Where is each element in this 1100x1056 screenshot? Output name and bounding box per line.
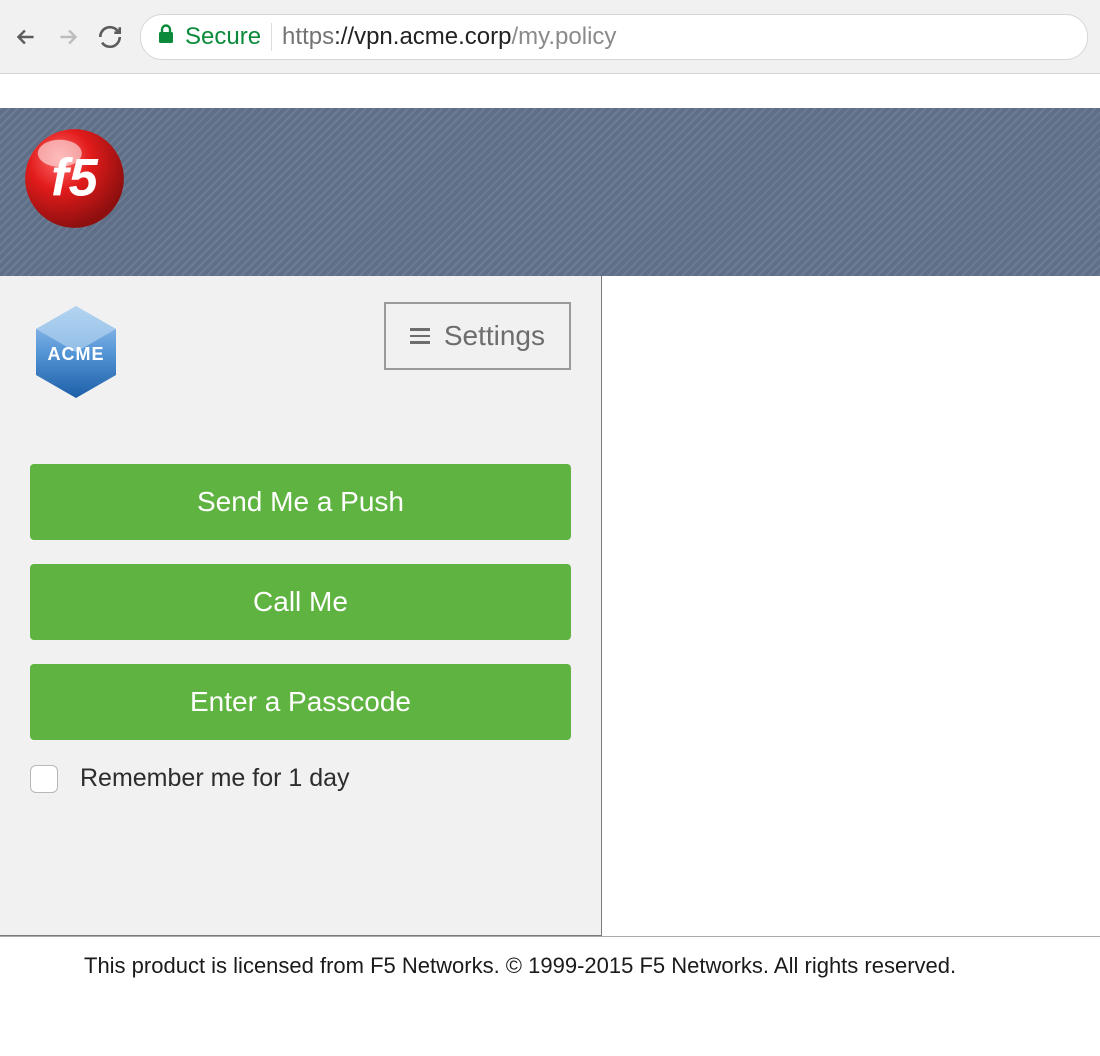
url-path: /my.policy — [512, 23, 617, 50]
url-text: https://vpn.acme.corp/my.policy — [282, 23, 616, 51]
lock-icon — [157, 23, 175, 51]
svg-text:f5: f5 — [51, 148, 98, 207]
remember-label: Remember me for 1 day — [80, 764, 350, 793]
f5-logo: f5 — [22, 126, 127, 231]
url-scheme: https — [282, 23, 334, 50]
page-banner: f5 — [0, 106, 1100, 276]
org-logo: ACME — [30, 302, 122, 402]
secure-indicator: Secure — [185, 23, 272, 51]
url-host: ://vpn.acme.corp — [334, 23, 511, 50]
back-arrow-icon — [13, 24, 39, 50]
settings-label: Settings — [444, 320, 545, 352]
forward-arrow-icon — [55, 24, 81, 50]
svg-text:ACME: ACME — [48, 344, 105, 364]
hamburger-icon — [410, 328, 430, 344]
f5-logo-icon: f5 — [22, 126, 127, 231]
back-button[interactable] — [12, 23, 40, 51]
enter-passcode-button[interactable]: Enter a Passcode — [30, 664, 571, 740]
send-push-button[interactable]: Send Me a Push — [30, 464, 571, 540]
footer-text: This product is licensed from F5 Network… — [0, 937, 1100, 995]
settings-button[interactable]: Settings — [384, 302, 571, 370]
nav-buttons — [12, 23, 124, 51]
remember-row: Remember me for 1 day — [30, 764, 571, 793]
call-me-button[interactable]: Call Me — [30, 564, 571, 640]
forward-button[interactable] — [54, 23, 82, 51]
address-bar[interactable]: Secure https://vpn.acme.corp/my.policy — [140, 14, 1088, 60]
auth-panel: ACME Settings Send Me a Push Call Me Ent… — [0, 276, 602, 936]
reload-icon — [97, 24, 123, 50]
browser-toolbar: Secure https://vpn.acme.corp/my.policy — [0, 0, 1100, 74]
auth-panel-header: ACME Settings — [30, 302, 571, 402]
acme-logo-icon: ACME — [30, 302, 122, 402]
reload-button[interactable] — [96, 23, 124, 51]
remember-checkbox[interactable] — [30, 765, 58, 793]
spacer — [0, 74, 1100, 106]
